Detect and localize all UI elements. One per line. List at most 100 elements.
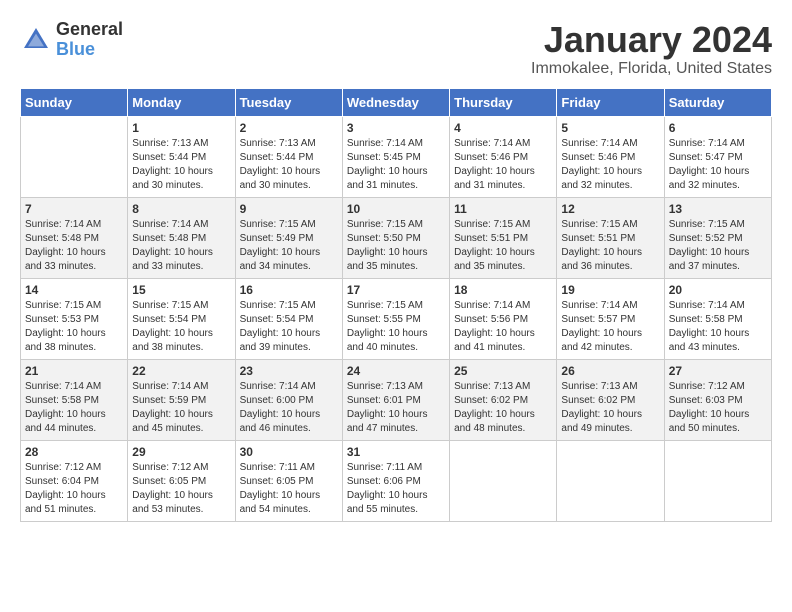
day-info: Sunrise: 7:15 AMSunset: 5:55 PMDaylight:… [347, 299, 445, 355]
day-info: Sunrise: 7:13 AMSunset: 5:44 PMDaylight:… [240, 137, 338, 193]
day-info: Sunrise: 7:15 AMSunset: 5:50 PMDaylight:… [347, 218, 445, 274]
logo-icon [20, 24, 52, 56]
day-info: Sunrise: 7:14 AMSunset: 5:56 PMDaylight:… [454, 299, 552, 355]
calendar-cell: 14 Sunrise: 7:15 AMSunset: 5:53 PMDayligh… [21, 278, 128, 359]
calendar-cell: 8 Sunrise: 7:14 AMSunset: 5:48 PMDaylight… [128, 197, 235, 278]
day-number: 1 [132, 121, 230, 135]
month-title: January 2024 [531, 20, 772, 60]
calendar-cell [450, 440, 557, 521]
calendar-cell: 23 Sunrise: 7:14 AMSunset: 6:00 PMDayligh… [235, 359, 342, 440]
day-info: Sunrise: 7:14 AMSunset: 5:46 PMDaylight:… [561, 137, 659, 193]
calendar-cell: 11 Sunrise: 7:15 AMSunset: 5:51 PMDayligh… [450, 197, 557, 278]
calendar-cell: 28Sunrise: 7:12 AMSunset: 6:04 PMDayligh… [21, 440, 128, 521]
calendar-cell: 13 Sunrise: 7:15 AMSunset: 5:52 PMDayligh… [664, 197, 771, 278]
day-info: Sunrise: 7:15 AMSunset: 5:51 PMDaylight:… [454, 218, 552, 274]
day-number: 17 [347, 283, 445, 297]
calendar-cell: 19 Sunrise: 7:14 AMSunset: 5:57 PMDayligh… [557, 278, 664, 359]
day-info: Sunrise: 7:12 AMSunset: 6:04 PMDaylight:… [25, 461, 123, 517]
day-number: 12 [561, 202, 659, 216]
calendar-cell: 21 Sunrise: 7:14 AMSunset: 5:58 PMDayligh… [21, 359, 128, 440]
day-number: 5 [561, 121, 659, 135]
location-title: Immokalee, Florida, United States [531, 60, 772, 78]
calendar-cell: 2 Sunrise: 7:13 AMSunset: 5:44 PMDaylight… [235, 116, 342, 197]
calendar-cell: 30 Sunrise: 7:11 AMSunset: 6:05 PMDayligh… [235, 440, 342, 521]
day-number: 18 [454, 283, 552, 297]
day-info: Sunrise: 7:14 AMSunset: 5:48 PMDaylight:… [25, 218, 123, 274]
day-number: 6 [669, 121, 767, 135]
calendar-cell: 15 Sunrise: 7:15 AMSunset: 5:54 PMDayligh… [128, 278, 235, 359]
calendar-table: Sunday Monday Tuesday Wednesday Thursday… [20, 88, 772, 522]
day-info: Sunrise: 7:15 AMSunset: 5:54 PMDaylight:… [132, 299, 230, 355]
calendar-cell [664, 440, 771, 521]
day-info: Sunrise: 7:14 AMSunset: 5:59 PMDaylight:… [132, 380, 230, 436]
day-number: 30 [240, 445, 338, 459]
calendar-cell: 9Sunrise: 7:15 AMSunset: 5:49 PMDaylight… [235, 197, 342, 278]
calendar-cell: 18 Sunrise: 7:14 AMSunset: 5:56 PMDayligh… [450, 278, 557, 359]
day-info: Sunrise: 7:14 AMSunset: 5:45 PMDaylight:… [347, 137, 445, 193]
page-header: General Blue January 2024 Immokalee, Flo… [20, 20, 772, 78]
day-info: Sunrise: 7:11 AMSunset: 6:06 PMDaylight:… [347, 461, 445, 517]
day-info: Sunrise: 7:12 AMSunset: 6:03 PMDaylight:… [669, 380, 767, 436]
header-thursday: Thursday [450, 88, 557, 116]
day-number: 20 [669, 283, 767, 297]
day-info: Sunrise: 7:14 AMSunset: 5:48 PMDaylight:… [132, 218, 230, 274]
day-number: 3 [347, 121, 445, 135]
day-info: Sunrise: 7:12 AMSunset: 6:05 PMDaylight:… [132, 461, 230, 517]
day-info: Sunrise: 7:11 AMSunset: 6:05 PMDaylight:… [240, 461, 338, 517]
calendar-cell: 29 Sunrise: 7:12 AMSunset: 6:05 PMDayligh… [128, 440, 235, 521]
header-sunday: Sunday [21, 88, 128, 116]
calendar-cell [557, 440, 664, 521]
day-info: Sunrise: 7:14 AMSunset: 5:57 PMDaylight:… [561, 299, 659, 355]
calendar-cell [21, 116, 128, 197]
day-info: Sunrise: 7:15 AMSunset: 5:54 PMDaylight:… [240, 299, 338, 355]
day-number: 14 [25, 283, 123, 297]
day-info: Sunrise: 7:15 AMSunset: 5:53 PMDaylight:… [25, 299, 123, 355]
header-tuesday: Tuesday [235, 88, 342, 116]
calendar-cell: 20 Sunrise: 7:14 AMSunset: 5:58 PMDayligh… [664, 278, 771, 359]
day-info: Sunrise: 7:15 AMSunset: 5:51 PMDaylight:… [561, 218, 659, 274]
day-number: 8 [132, 202, 230, 216]
calendar-cell: 16 Sunrise: 7:15 AMSunset: 5:54 PMDayligh… [235, 278, 342, 359]
day-info: Sunrise: 7:15 AMSunset: 5:52 PMDaylight:… [669, 218, 767, 274]
calendar-cell: 31Sunrise: 7:11 AMSunset: 6:06 PMDayligh… [342, 440, 449, 521]
calendar-cell: 1Sunrise: 7:13 AMSunset: 5:44 PMDaylight… [128, 116, 235, 197]
title-area: January 2024 Immokalee, Florida, United … [531, 20, 772, 78]
calendar-week-row: 7Sunrise: 7:14 AMSunset: 5:48 PMDaylight… [21, 197, 772, 278]
day-info: Sunrise: 7:14 AMSunset: 5:58 PMDaylight:… [669, 299, 767, 355]
calendar-cell: 4Sunrise: 7:14 AMSunset: 5:46 PMDaylight… [450, 116, 557, 197]
calendar-cell: 7Sunrise: 7:14 AMSunset: 5:48 PMDaylight… [21, 197, 128, 278]
calendar-cell: 24Sunrise: 7:13 AMSunset: 6:01 PMDayligh… [342, 359, 449, 440]
logo-text-blue: Blue [56, 40, 123, 60]
day-number: 19 [561, 283, 659, 297]
day-info: Sunrise: 7:13 AMSunset: 6:02 PMDaylight:… [561, 380, 659, 436]
calendar-cell: 25Sunrise: 7:13 AMSunset: 6:02 PMDayligh… [450, 359, 557, 440]
day-number: 10 [347, 202, 445, 216]
day-number: 23 [240, 364, 338, 378]
calendar-cell: 22 Sunrise: 7:14 AMSunset: 5:59 PMDayligh… [128, 359, 235, 440]
day-number: 24 [347, 364, 445, 378]
day-number: 26 [561, 364, 659, 378]
calendar-cell: 12 Sunrise: 7:15 AMSunset: 5:51 PMDayligh… [557, 197, 664, 278]
day-number: 22 [132, 364, 230, 378]
day-number: 13 [669, 202, 767, 216]
day-info: Sunrise: 7:14 AMSunset: 5:58 PMDaylight:… [25, 380, 123, 436]
day-number: 11 [454, 202, 552, 216]
calendar-cell: 3 Sunrise: 7:14 AMSunset: 5:45 PMDaylight… [342, 116, 449, 197]
day-number: 15 [132, 283, 230, 297]
calendar-cell: 5 Sunrise: 7:14 AMSunset: 5:46 PMDaylight… [557, 116, 664, 197]
calendar-cell: 10 Sunrise: 7:15 AMSunset: 5:50 PMDayligh… [342, 197, 449, 278]
day-info: Sunrise: 7:14 AMSunset: 6:00 PMDaylight:… [240, 380, 338, 436]
calendar-week-row: 21 Sunrise: 7:14 AMSunset: 5:58 PMDayligh… [21, 359, 772, 440]
calendar-cell: 26 Sunrise: 7:13 AMSunset: 6:02 PMDayligh… [557, 359, 664, 440]
day-number: 29 [132, 445, 230, 459]
day-number: 21 [25, 364, 123, 378]
day-number: 2 [240, 121, 338, 135]
calendar-cell: 17 Sunrise: 7:15 AMSunset: 5:55 PMDayligh… [342, 278, 449, 359]
weekday-header-row: Sunday Monday Tuesday Wednesday Thursday… [21, 88, 772, 116]
day-number: 16 [240, 283, 338, 297]
logo-text-general: General [56, 20, 123, 40]
header-friday: Friday [557, 88, 664, 116]
header-monday: Monday [128, 88, 235, 116]
calendar-cell: 6Sunrise: 7:14 AMSunset: 5:47 PMDaylight… [664, 116, 771, 197]
calendar-week-row: 28Sunrise: 7:12 AMSunset: 6:04 PMDayligh… [21, 440, 772, 521]
